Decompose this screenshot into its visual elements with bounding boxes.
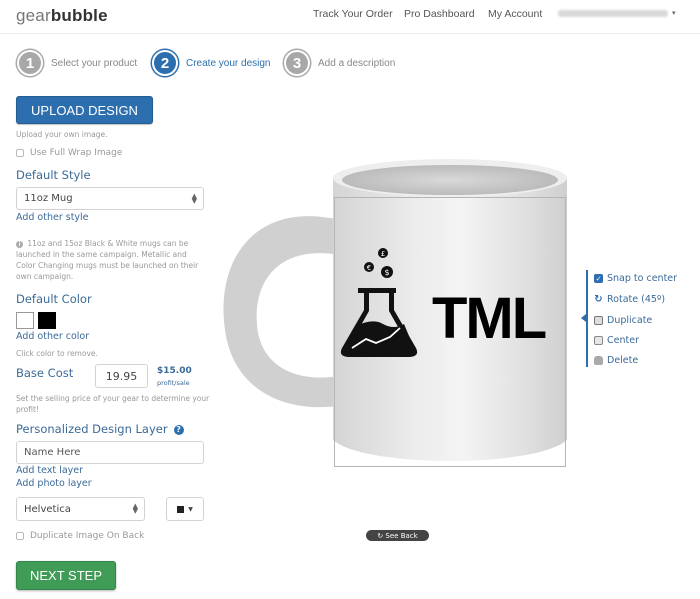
step-label: Select your product [51,57,138,69]
step-number-badge: 2 [152,50,178,76]
rotate-button[interactable]: ↻ Rotate (45º) [594,294,665,305]
duplicate-button[interactable]: Duplicate [594,315,652,326]
caret-down-icon: ▼ [188,505,193,513]
personalized-layer-title-text: Personalized Design Layer [16,422,168,436]
bubble-pound-glyph: £ [381,250,385,258]
nav-track-order[interactable]: Track Your Order [313,8,393,20]
color-swatch-black[interactable] [38,312,56,329]
snap-to-center-toggle[interactable]: ✓ Snap to center [594,273,677,284]
text-color-dropdown[interactable]: ▼ [166,497,204,521]
style-select[interactable]: 11oz Mug ▲ ▼ [16,187,204,210]
upload-design-button[interactable]: UPLOAD DESIGN [16,96,153,124]
add-photo-layer-link[interactable]: Add photo layer [16,478,92,489]
full-wrap-checkbox[interactable] [16,149,24,157]
delete-label: Delete [607,355,639,366]
default-style-title: Default Style [16,168,91,182]
upload-hint: Upload your own image. [16,130,108,139]
help-icon[interactable]: ? [173,425,184,435]
duplicate-label: Duplicate [607,315,653,326]
next-step-button[interactable]: NEXT STEP [16,561,116,590]
duplicate-back-checkbox[interactable] [16,532,24,540]
logo-bold-text: bubble [50,6,108,25]
color-swatch-white[interactable] [16,312,34,329]
flask-lip [358,288,396,293]
gearbubble-logo[interactable]: gearbubble [16,6,108,26]
duplicate-icon [594,316,603,325]
rotate-label: Rotate (45º) [607,294,666,305]
step-add-description[interactable]: 3 Add a description [284,50,395,76]
step-number-badge: 1 [17,50,43,76]
rotate-icon: ↻ [594,294,603,305]
name-text-field[interactable]: Name Here [16,441,204,464]
center-button[interactable]: Center [594,335,639,346]
see-back-button[interactable]: ↻ See Back [366,530,429,541]
add-other-color-link[interactable]: Add other color [16,331,89,342]
text-color-swatch [177,505,185,513]
design-tools-panel: ✓ Snap to center ↻ Rotate (45º) Duplicat… [586,270,696,367]
mug-handle [223,216,345,408]
refresh-icon: ↻ [377,531,386,540]
profit-value: $15.00 [157,366,192,376]
center-icon [594,336,603,345]
user-menu-name-blurred[interactable] [558,10,668,17]
default-color-title: Default Color [16,292,92,306]
full-wrap-label: Use Full Wrap Image [30,148,123,158]
step-select-product[interactable]: 1 Select your product [17,50,137,76]
logo-light-text: gear [16,6,51,25]
bubble-euro-glyph: € [367,264,371,272]
flask-logo-icon[interactable]: £ € $ [338,244,422,360]
duplicate-back-label: Duplicate Image On Back [30,531,145,541]
checkbox-checked-icon[interactable]: ✓ [594,274,603,283]
style-select-value: 11oz Mug [24,193,73,204]
style-info-text: 11oz and 15oz Black & White mugs can be … [16,239,199,281]
bubble-dollar-glyph: $ [384,268,389,277]
delete-button[interactable]: Delete [594,355,638,366]
add-text-layer-link[interactable]: Add text layer [16,465,83,476]
step-create-design[interactable]: 2 Create your design [152,50,271,76]
step-label: Create your design [186,57,271,69]
base-cost-input[interactable]: 19.95 [95,364,148,388]
mug-inside [342,165,558,195]
profit-unit: profit/sale [157,379,190,387]
snap-label: Snap to center [607,273,678,284]
full-wrap-checkbox-row[interactable]: Use Full Wrap Image [16,148,122,158]
base-cost-label: Base Cost [16,366,74,380]
font-select[interactable]: Helvetica ▲ ▼ [16,497,145,521]
nav-my-account[interactable]: My Account [488,8,542,20]
duplicate-back-checkbox-row[interactable]: Duplicate Image On Back [16,531,144,541]
font-select-value: Helvetica [24,503,71,515]
center-label: Center [607,335,639,346]
select-arrows-icon: ▲ ▼ [191,191,197,205]
add-other-style-link[interactable]: Add other style [16,212,89,223]
design-text-tml[interactable]: TML [432,286,547,352]
flask-liquid [343,321,415,354]
trash-icon [594,356,603,365]
personalized-layer-title: Personalized Design Layer? [16,422,184,436]
step-label: Add a description [318,57,396,69]
user-menu-caret-icon[interactable]: ▾ [672,9,676,17]
info-icon: i [16,241,23,248]
color-hint: Click color to remove. [16,349,98,358]
see-back-label: See Back [385,531,418,540]
select-arrows-icon: ▲ ▼ [132,502,138,515]
step-number-badge: 3 [284,50,310,76]
nav-pro-dashboard[interactable]: Pro Dashboard [404,8,475,20]
top-navbar: gearbubble Track Your Order Pro Dashboar… [0,0,700,34]
style-info-note: i 11oz and 15oz Black & White mugs can b… [16,238,206,282]
price-hint: Set the selling price of your gear to de… [16,394,210,414]
